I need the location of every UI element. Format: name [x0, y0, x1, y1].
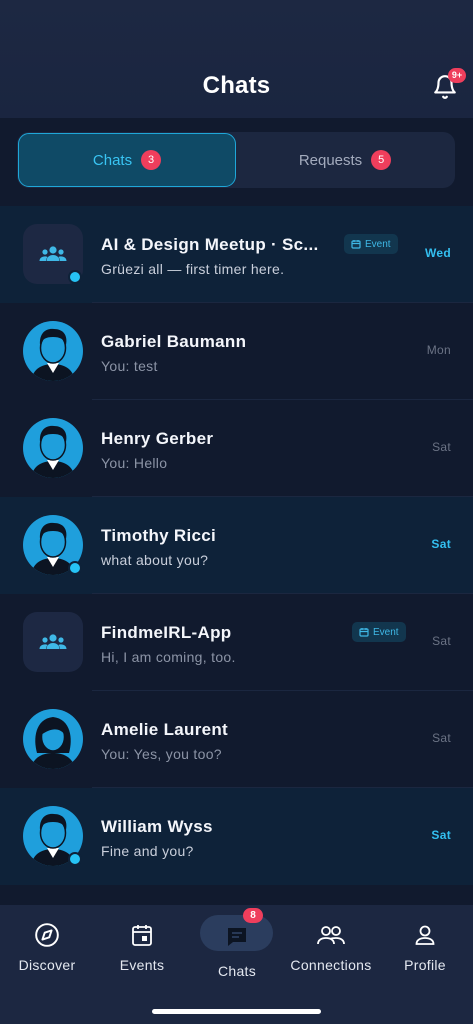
nav-connections-label: Connections [290, 957, 372, 973]
people-icon [317, 926, 345, 945]
calendar-icon [351, 240, 361, 249]
online-indicator [68, 561, 82, 575]
event-tag-label: Event [373, 626, 399, 638]
tab-chats-badge: 3 [141, 150, 162, 170]
chat-preview: You: Yes, you too? [101, 746, 222, 762]
chat-row[interactable]: Amelie Laurent You: Yes, you too? Sat [0, 691, 473, 788]
chat-preview: Hi, I am coming, too. [101, 649, 236, 665]
chat-preview: Grüezi all — first timer here. [101, 261, 285, 277]
chat-row[interactable]: FindmeIRL-App Event Hi, I am coming, too… [0, 594, 473, 691]
chat-time: Sat [431, 828, 451, 842]
male-avatar-icon [31, 328, 75, 381]
avatar [23, 709, 83, 769]
chat-name: Henry Gerber [101, 429, 214, 448]
nav-connections[interactable]: Connections [284, 919, 378, 973]
group-icon [39, 634, 67, 649]
tab-chats-label: Chats [92, 151, 133, 169]
nav-profile[interactable]: Profile [378, 919, 472, 973]
chat-row[interactable]: Henry Gerber You: Hello Sat [0, 400, 473, 497]
chat-preview: what about you? [101, 552, 209, 568]
page-title: Chats [202, 72, 271, 99]
chat-time: Sat [432, 440, 451, 454]
chat-tabs: Chats 3 Requests 5 [17, 132, 455, 188]
bottom-nav: Discover Events Chats 8 Connections Prof… [0, 905, 473, 1024]
nav-events-label: Events [119, 957, 165, 973]
chat-name: Timothy Ricci [101, 526, 217, 545]
tab-requests-badge: 5 [371, 150, 392, 170]
nav-events[interactable]: Events [95, 919, 189, 973]
chat-time: Wed [424, 246, 451, 260]
chat-name: Gabriel Baumann [101, 332, 247, 351]
chat-row[interactable]: William Wyss Fine and you? Sat [0, 788, 473, 885]
chat-time: Sat [431, 537, 451, 551]
chat-name: AI & Design Meetup · Sc... [101, 235, 319, 254]
chat-preview: You: test [101, 358, 158, 374]
chat-name: FindmeIRL-App [101, 623, 232, 642]
online-indicator [68, 852, 82, 866]
group-avatar [23, 612, 83, 672]
calendar-icon [359, 628, 369, 637]
calendar-icon [132, 925, 152, 946]
event-tag: Event [352, 622, 406, 642]
nav-chats-label: Chats [217, 963, 257, 979]
tab-requests[interactable]: Requests 5 [236, 133, 454, 187]
chat-row[interactable]: Timothy Ricci what about you? Sat [0, 497, 473, 594]
chat-bubble-icon [228, 928, 246, 946]
user-icon [415, 925, 435, 945]
online-indicator [68, 270, 82, 284]
chat-name: Amelie Laurent [101, 720, 229, 739]
notification-badge: 9+ [448, 68, 466, 83]
home-indicator[interactable] [152, 1009, 321, 1014]
event-tag-label: Event [365, 238, 391, 250]
chat-preview: Fine and you? [101, 843, 194, 859]
avatar [23, 418, 83, 478]
tab-requests-label: Requests [298, 151, 363, 169]
nav-profile-label: Profile [404, 957, 446, 973]
tab-chats[interactable]: Chats 3 [18, 133, 236, 187]
event-tag: Event [344, 234, 398, 254]
nav-chats[interactable]: Chats [190, 921, 284, 979]
chat-list: AI & Design Meetup · Sc... Event Grüezi … [0, 206, 473, 885]
nav-discover[interactable]: Discover [0, 919, 94, 973]
chat-time: Sat [432, 634, 451, 648]
nav-discover-label: Discover [18, 957, 76, 973]
male-avatar-icon [31, 425, 75, 478]
chat-row[interactable]: AI & Design Meetup · Sc... Event Grüezi … [0, 206, 473, 303]
group-icon [39, 246, 67, 261]
chat-row[interactable]: Gabriel Baumann You: test Mon [0, 303, 473, 400]
avatar [23, 321, 83, 381]
chat-name: William Wyss [101, 817, 213, 836]
chat-time: Mon [426, 343, 451, 357]
chat-time: Sat [432, 731, 451, 745]
chat-preview: You: Hello [101, 455, 168, 471]
compass-icon [35, 923, 59, 947]
app-header [0, 0, 473, 118]
female-avatar-icon [31, 717, 75, 769]
nav-chats-badge: 8 [243, 908, 263, 923]
